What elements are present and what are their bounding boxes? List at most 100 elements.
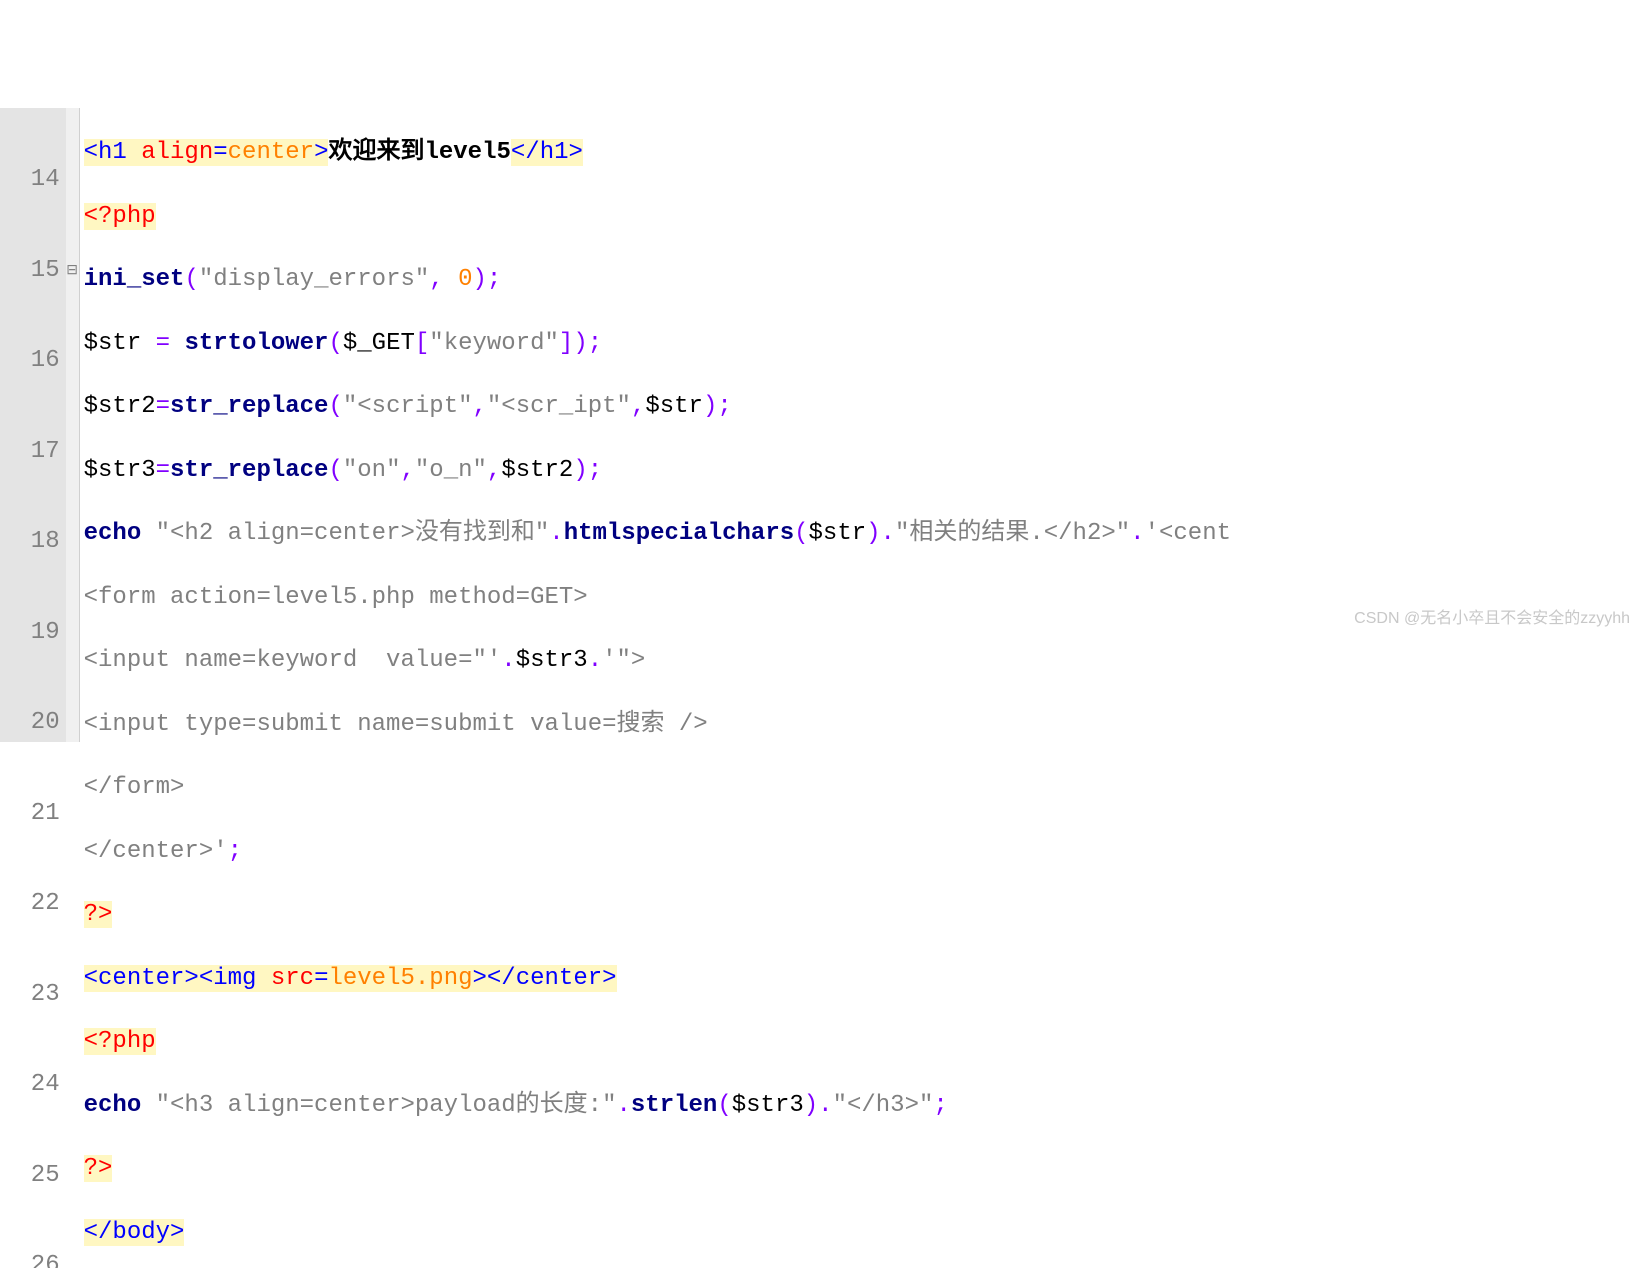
line-number: 23 (2, 977, 60, 1014)
paren: ]); (559, 330, 602, 357)
paren: ( (328, 393, 342, 420)
line-number: 20 (2, 705, 60, 742)
string: "display_errors" (199, 266, 429, 293)
code-line[interactable]: </body> (84, 1215, 1640, 1252)
op: . (1130, 520, 1144, 547)
tag: > (314, 139, 328, 166)
code-line[interactable]: </center>'; (84, 834, 1640, 871)
text: 欢迎来到level5 (328, 139, 510, 166)
var: $str2 (501, 457, 573, 484)
paren: ( (328, 330, 342, 357)
paren: ( (794, 520, 808, 547)
string: "<script" (343, 393, 473, 420)
string: '"> (602, 647, 645, 674)
var: $str (645, 393, 703, 420)
kw: echo (84, 520, 156, 547)
op: = (156, 457, 170, 484)
paren: ); (703, 393, 732, 420)
semicolon: ; (933, 1092, 947, 1119)
php-open: <?php (84, 1028, 156, 1055)
code-line[interactable]: $str2=str_replace("<script","<scr_ipt",$… (84, 389, 1640, 426)
string: '<cent (1145, 520, 1231, 547)
code-area[interactable]: <h1 align=center>欢迎来到level5</h1> <?php i… (80, 108, 1640, 742)
code-line[interactable]: ?> (84, 1151, 1640, 1188)
string: </form> (84, 774, 185, 801)
eq: = (213, 139, 227, 166)
tag: <h1 (84, 139, 142, 166)
paren: ). (866, 520, 895, 547)
op: = (156, 393, 170, 420)
php-close: ?> (84, 901, 113, 928)
comma: , (487, 457, 501, 484)
code-line[interactable]: <input name=keyword value="'.$str3.'"> (84, 643, 1640, 680)
var: $str (809, 520, 867, 547)
string: "<h2 align=center>没有找到和" (156, 520, 550, 547)
attrval: level5.png (328, 965, 472, 992)
line-number: 24 (2, 1067, 60, 1104)
op: . (588, 647, 602, 674)
line-number: 16 (2, 343, 60, 380)
op: = (156, 330, 185, 357)
php-close: ?> (84, 1155, 113, 1182)
code-line[interactable]: echo "<h2 align=center>没有找到和".htmlspecia… (84, 516, 1640, 553)
line-number: 21 (2, 796, 60, 833)
var: $_GET (343, 330, 415, 357)
fold-marker[interactable] (66, 1067, 79, 1104)
line-number: 26 (2, 1248, 60, 1268)
fn: strtolower (184, 330, 328, 357)
code-line[interactable]: <?php (84, 1024, 1640, 1061)
string: "o_n" (415, 457, 487, 484)
string: "<scr_ipt" (487, 393, 631, 420)
string: "相关的结果.</h2>" (895, 520, 1130, 547)
line-number: 25 (2, 1158, 60, 1195)
line-number: 17 (2, 434, 60, 471)
fn: strlen (631, 1092, 717, 1119)
fold-marker[interactable] (66, 162, 79, 199)
op: . (617, 1092, 631, 1119)
semicolon: ; (228, 838, 242, 865)
fold-marker[interactable] (66, 615, 79, 652)
paren: ( (328, 457, 342, 484)
line-number: 18 (2, 524, 60, 561)
fold-marker[interactable] (66, 796, 79, 833)
var: $str3 (516, 647, 588, 674)
fold-marker[interactable] (66, 1248, 79, 1268)
bracket: [ (415, 330, 429, 357)
code-line[interactable]: $str = strtolower($_GET["keyword"]); (84, 326, 1640, 363)
comma: , (400, 457, 414, 484)
code-editor[interactable]: 14 15 16 17 18 19 20 21 22 23 24 25 26 2… (0, 108, 1640, 742)
fold-marker[interactable] (66, 1158, 79, 1195)
comma: , (429, 266, 458, 293)
string: </center>' (84, 838, 228, 865)
var: $str (84, 330, 156, 357)
code-line[interactable]: <h1 align=center>欢迎来到level5</h1> (84, 135, 1640, 172)
comma: , (473, 393, 487, 420)
tag: </body> (84, 1219, 185, 1246)
code-line[interactable]: <?php (84, 199, 1640, 236)
code-line[interactable]: ini_set("display_errors", 0); (84, 262, 1640, 299)
code-line[interactable]: ?> (84, 897, 1640, 934)
string: <input name=keyword value="' (84, 647, 502, 674)
eq: = (314, 965, 328, 992)
php-open: <?php (84, 203, 156, 230)
code-line[interactable]: $str3=str_replace("on","o_n",$str2); (84, 453, 1640, 490)
fold-marker[interactable] (66, 705, 79, 742)
fold-marker[interactable] (66, 886, 79, 923)
fold-marker[interactable]: ⊟ (66, 253, 79, 290)
fold-marker[interactable] (66, 343, 79, 380)
paren: ( (717, 1092, 731, 1119)
tag: <center><img (84, 965, 271, 992)
string: <input type=submit name=submit value=搜索 … (84, 711, 708, 738)
line-number: 15 (2, 253, 60, 290)
code-line[interactable]: <input type=submit name=submit value=搜索 … (84, 707, 1640, 744)
fold-marker[interactable] (66, 524, 79, 561)
code-line[interactable]: echo "<h3 align=center>payload的长度:".strl… (84, 1088, 1640, 1125)
op: . (501, 647, 515, 674)
code-line[interactable]: <center><img src=level5.png></center> (84, 961, 1640, 998)
number: 0 (458, 266, 472, 293)
fold-marker[interactable] (66, 977, 79, 1014)
code-line[interactable]: </form> (84, 770, 1640, 807)
fold-marker[interactable] (66, 434, 79, 471)
paren: ); (473, 266, 502, 293)
var: $str3 (84, 457, 156, 484)
